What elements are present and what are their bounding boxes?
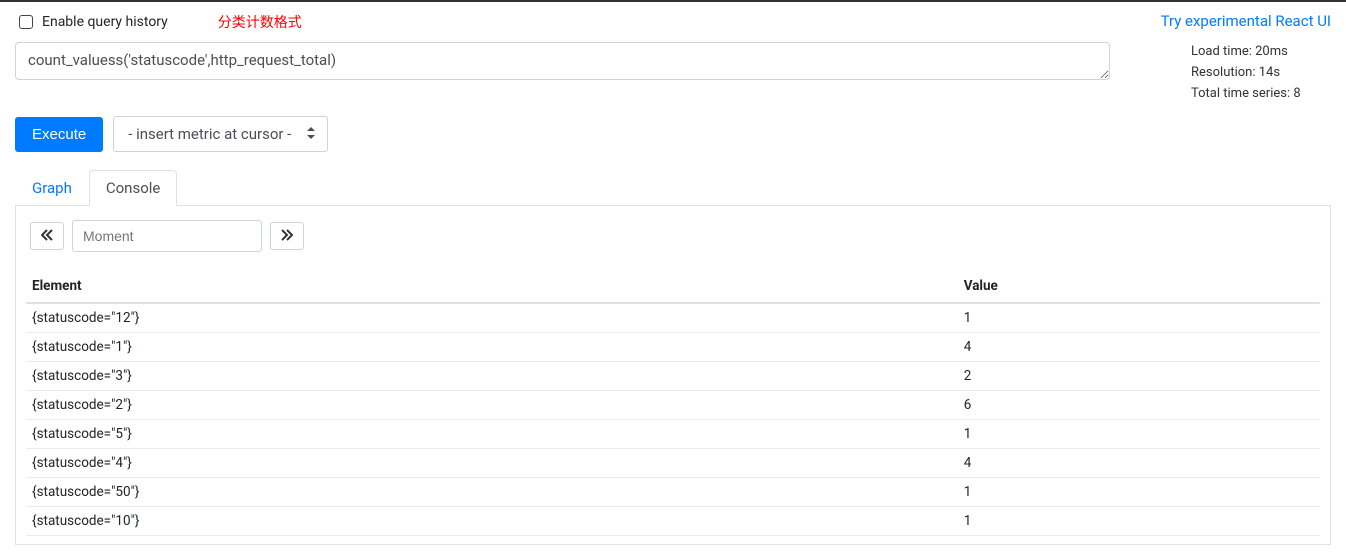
enable-query-history-label: Enable query history xyxy=(42,14,168,30)
col-value: Value xyxy=(958,270,1320,303)
table-row: {statuscode="10"}1 xyxy=(26,507,1320,536)
query-stats: Load time: 20ms Resolution: 14s Total ti… xyxy=(1191,42,1331,104)
table-row: {statuscode="2"}6 xyxy=(26,391,1320,420)
stat-resolution: Resolution: 14s xyxy=(1191,63,1331,84)
stat-total-series: Total time series: 8 xyxy=(1191,84,1331,105)
execute-button[interactable]: Execute xyxy=(15,117,103,152)
cell-element: {statuscode="10"} xyxy=(26,507,958,536)
table-row: {statuscode="1"}4 xyxy=(26,333,1320,362)
cell-element: {statuscode="1"} xyxy=(26,333,958,362)
enable-query-history-checkbox[interactable]: Enable query history xyxy=(15,12,168,32)
metric-select[interactable]: - insert metric at cursor - xyxy=(113,116,328,152)
result-tabs: Graph Console xyxy=(15,170,1331,206)
cell-value: 2 xyxy=(958,362,1320,391)
cell-element: {statuscode="4"} xyxy=(26,449,958,478)
cell-value: 6 xyxy=(958,391,1320,420)
query-expression-input[interactable] xyxy=(15,42,1110,80)
cell-value: 1 xyxy=(958,478,1320,507)
cell-element: {statuscode="12"} xyxy=(26,303,958,333)
stat-load-time: Load time: 20ms xyxy=(1191,42,1331,63)
cell-value: 4 xyxy=(958,449,1320,478)
results-table: Element Value {statuscode="12"}1{statusc… xyxy=(26,270,1320,536)
cell-value: 4 xyxy=(958,333,1320,362)
moment-prev-button[interactable] xyxy=(30,222,64,250)
moment-next-button[interactable] xyxy=(270,222,304,250)
tab-graph[interactable]: Graph xyxy=(15,170,89,206)
table-row: {statuscode="3"}2 xyxy=(26,362,1320,391)
cell-element: {statuscode="5"} xyxy=(26,420,958,449)
metric-select-label: - insert metric at cursor - xyxy=(128,125,291,143)
table-row: {statuscode="12"}1 xyxy=(26,303,1320,333)
cell-element: {statuscode="2"} xyxy=(26,391,958,420)
double-chevron-right-icon xyxy=(281,229,293,241)
table-row: {statuscode="4"}4 xyxy=(26,449,1320,478)
cell-value: 1 xyxy=(958,303,1320,333)
cell-element: {statuscode="50"} xyxy=(26,478,958,507)
annotation-label: 分类计数格式 xyxy=(218,12,302,32)
cell-value: 1 xyxy=(958,507,1320,536)
cell-element: {statuscode="3"} xyxy=(26,362,958,391)
double-chevron-left-icon xyxy=(41,229,53,241)
table-row: {statuscode="5"}1 xyxy=(26,420,1320,449)
col-element: Element xyxy=(26,270,958,303)
tab-console[interactable]: Console xyxy=(89,170,178,206)
moment-input[interactable] xyxy=(72,220,262,252)
react-ui-link[interactable]: Try experimental React UI xyxy=(1161,12,1331,30)
cell-value: 1 xyxy=(958,420,1320,449)
table-row: {statuscode="50"}1 xyxy=(26,478,1320,507)
updown-caret-icon xyxy=(307,127,315,141)
enable-query-history-input[interactable] xyxy=(19,15,33,29)
console-panel: Element Value {statuscode="12"}1{statusc… xyxy=(15,206,1331,545)
